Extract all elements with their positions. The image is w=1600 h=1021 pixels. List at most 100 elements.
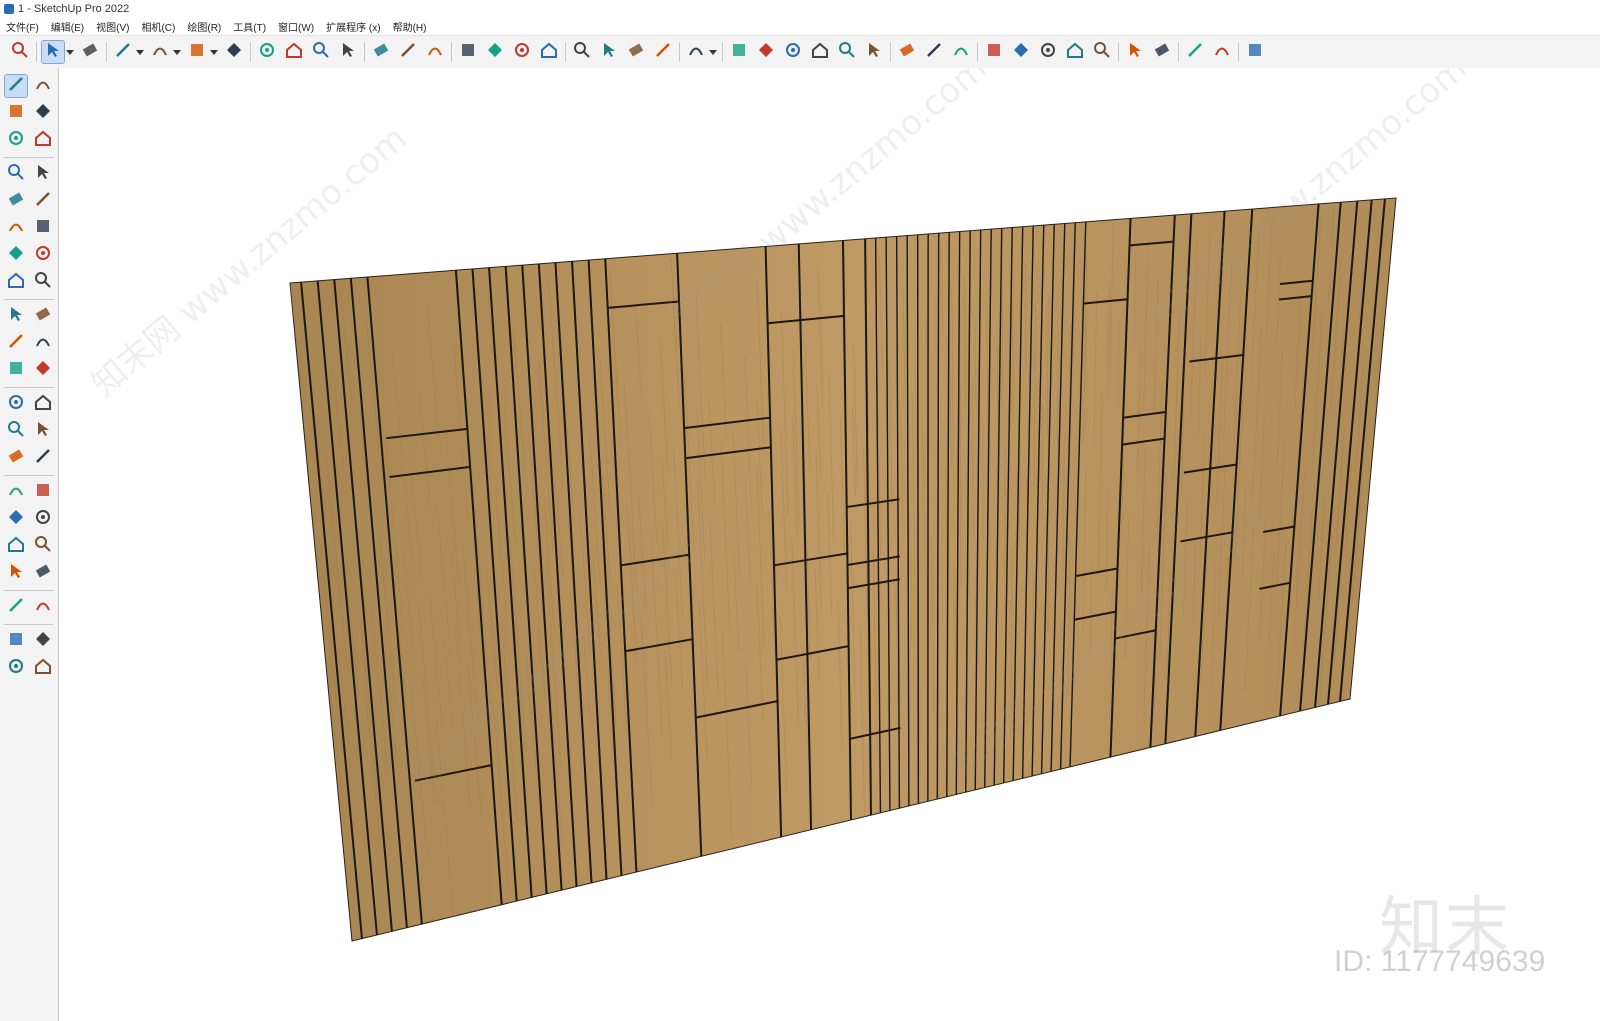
look-around-tool[interactable] [31,561,55,585]
sandbox-button[interactable] [1009,40,1033,64]
scale-tool[interactable] [4,358,28,382]
box-button[interactable] [862,40,886,64]
move-button[interactable] [282,40,306,64]
warehouse-left-tool[interactable] [4,629,28,653]
pencil-tool[interactable] [4,162,28,186]
scenes-button[interactable] [651,40,675,64]
iso-view-button[interactable] [727,40,751,64]
warehouse-button[interactable] [1210,40,1234,64]
freehand-tool[interactable] [31,162,55,186]
section-plane-tool[interactable] [31,595,55,619]
text-button[interactable] [396,40,420,64]
orbit-tool[interactable] [31,74,55,98]
styles-left-tool[interactable] [31,629,55,653]
push-pull-button[interactable] [222,40,246,64]
three-d-text-tool[interactable] [31,446,55,470]
dropdown-arrow-icon[interactable] [66,50,74,55]
push-pull-tool[interactable] [31,304,55,328]
rectangle-button[interactable] [185,40,209,64]
position-camera-tool[interactable] [4,561,28,585]
eraser-button[interactable] [78,40,102,64]
zoom-window-button[interactable] [537,40,561,64]
pie-tool[interactable] [31,243,55,267]
orbit-nav-tool[interactable] [4,480,28,504]
two-point-arc-tool[interactable] [4,270,28,294]
tape-measure-tool[interactable] [4,392,28,416]
components-button[interactable] [570,40,594,64]
follow-me-button[interactable] [255,40,279,64]
menu-window[interactable]: 窗口(W) [272,19,320,34]
house-button[interactable] [835,40,859,64]
user-button[interactable] [1243,40,1267,64]
axes-tool[interactable] [4,446,28,470]
zoom-button[interactable] [510,40,534,64]
layers-button[interactable] [624,40,648,64]
home-view-button[interactable] [781,40,805,64]
dropdown-arrow-icon[interactable] [709,50,717,55]
orbit-button[interactable] [456,40,480,64]
paint-bucket-button[interactable] [423,40,447,64]
menu-tools[interactable]: 工具(T) [227,19,272,34]
circle-tool[interactable] [4,216,28,240]
menu-file[interactable]: 文件(F) [0,19,45,34]
pan-button[interactable] [483,40,507,64]
styles-button[interactable] [597,40,621,64]
extension-manager-button[interactable] [1123,40,1147,64]
dropdown-arrow-icon[interactable] [136,50,144,55]
line-button[interactable] [111,40,135,64]
model-viewport[interactable]: 知末网 www.znzmo.com 知末网 www.znzmo.com 知末网 … [59,68,1600,1021]
arc-tool[interactable] [4,243,28,267]
zoom-window-nav-tool[interactable] [31,507,55,531]
scenes-left-tool[interactable] [31,656,55,680]
account-button[interactable] [684,40,708,64]
rotate-tool[interactable] [4,331,28,355]
photo-texture-button[interactable] [1036,40,1060,64]
arc-button[interactable] [148,40,172,64]
rotated-rect-tool[interactable] [31,189,55,213]
menu-camera[interactable]: 相机(C) [135,19,181,34]
follow-me-tool[interactable] [31,331,55,355]
tape-measure-button[interactable] [369,40,393,64]
rotate-button[interactable] [309,40,333,64]
rectangle-tool[interactable] [4,189,28,213]
zoom-nav-tool[interactable] [4,507,28,531]
select-button[interactable] [41,40,65,64]
solid-tools-button[interactable] [895,40,919,64]
menu-help[interactable]: 帮助(H) [387,19,433,34]
text-tool[interactable] [31,419,55,443]
eraser-tool[interactable] [31,101,55,125]
polygon-tool[interactable] [31,216,55,240]
previous-view-tool[interactable] [31,534,55,558]
menu-edit[interactable]: 编辑(E) [45,19,90,34]
three-point-arc-tool[interactable] [31,270,55,294]
components-tool[interactable] [4,128,28,152]
menu-extensions[interactable]: 扩展程序 (x) [320,19,386,34]
tag-tool[interactable] [31,128,55,152]
dropdown-arrow-icon[interactable] [210,50,218,55]
outer-shell-button[interactable] [922,40,946,64]
paint-tool[interactable] [4,101,28,125]
protractor-tool[interactable] [4,419,28,443]
layers-left-tool[interactable] [4,656,28,680]
add-location-button[interactable] [982,40,1006,64]
menu-view[interactable]: 视图(V) [90,19,135,34]
front-view-button[interactable] [754,40,778,64]
scale-button[interactable] [336,40,360,64]
dimension-tool[interactable] [31,392,55,416]
top-view-button[interactable] [808,40,832,64]
select-tool[interactable] [4,74,28,98]
offset-tool[interactable] [31,358,55,382]
pan-nav-tool[interactable] [31,480,55,504]
info-button[interactable] [1183,40,1207,64]
cloud-button[interactable] [1090,40,1114,64]
zoom-extents-button[interactable] [8,40,32,64]
menu-draw[interactable]: 绘图(R) [181,19,227,34]
section-button[interactable] [1150,40,1174,64]
move-tool[interactable] [4,304,28,328]
grain-streak [1057,333,1059,443]
walk-tool[interactable] [4,595,28,619]
shadow-button[interactable] [1063,40,1087,64]
intersect-button[interactable] [949,40,973,64]
dropdown-arrow-icon[interactable] [173,50,181,55]
zoom-extents-nav-tool[interactable] [4,534,28,558]
